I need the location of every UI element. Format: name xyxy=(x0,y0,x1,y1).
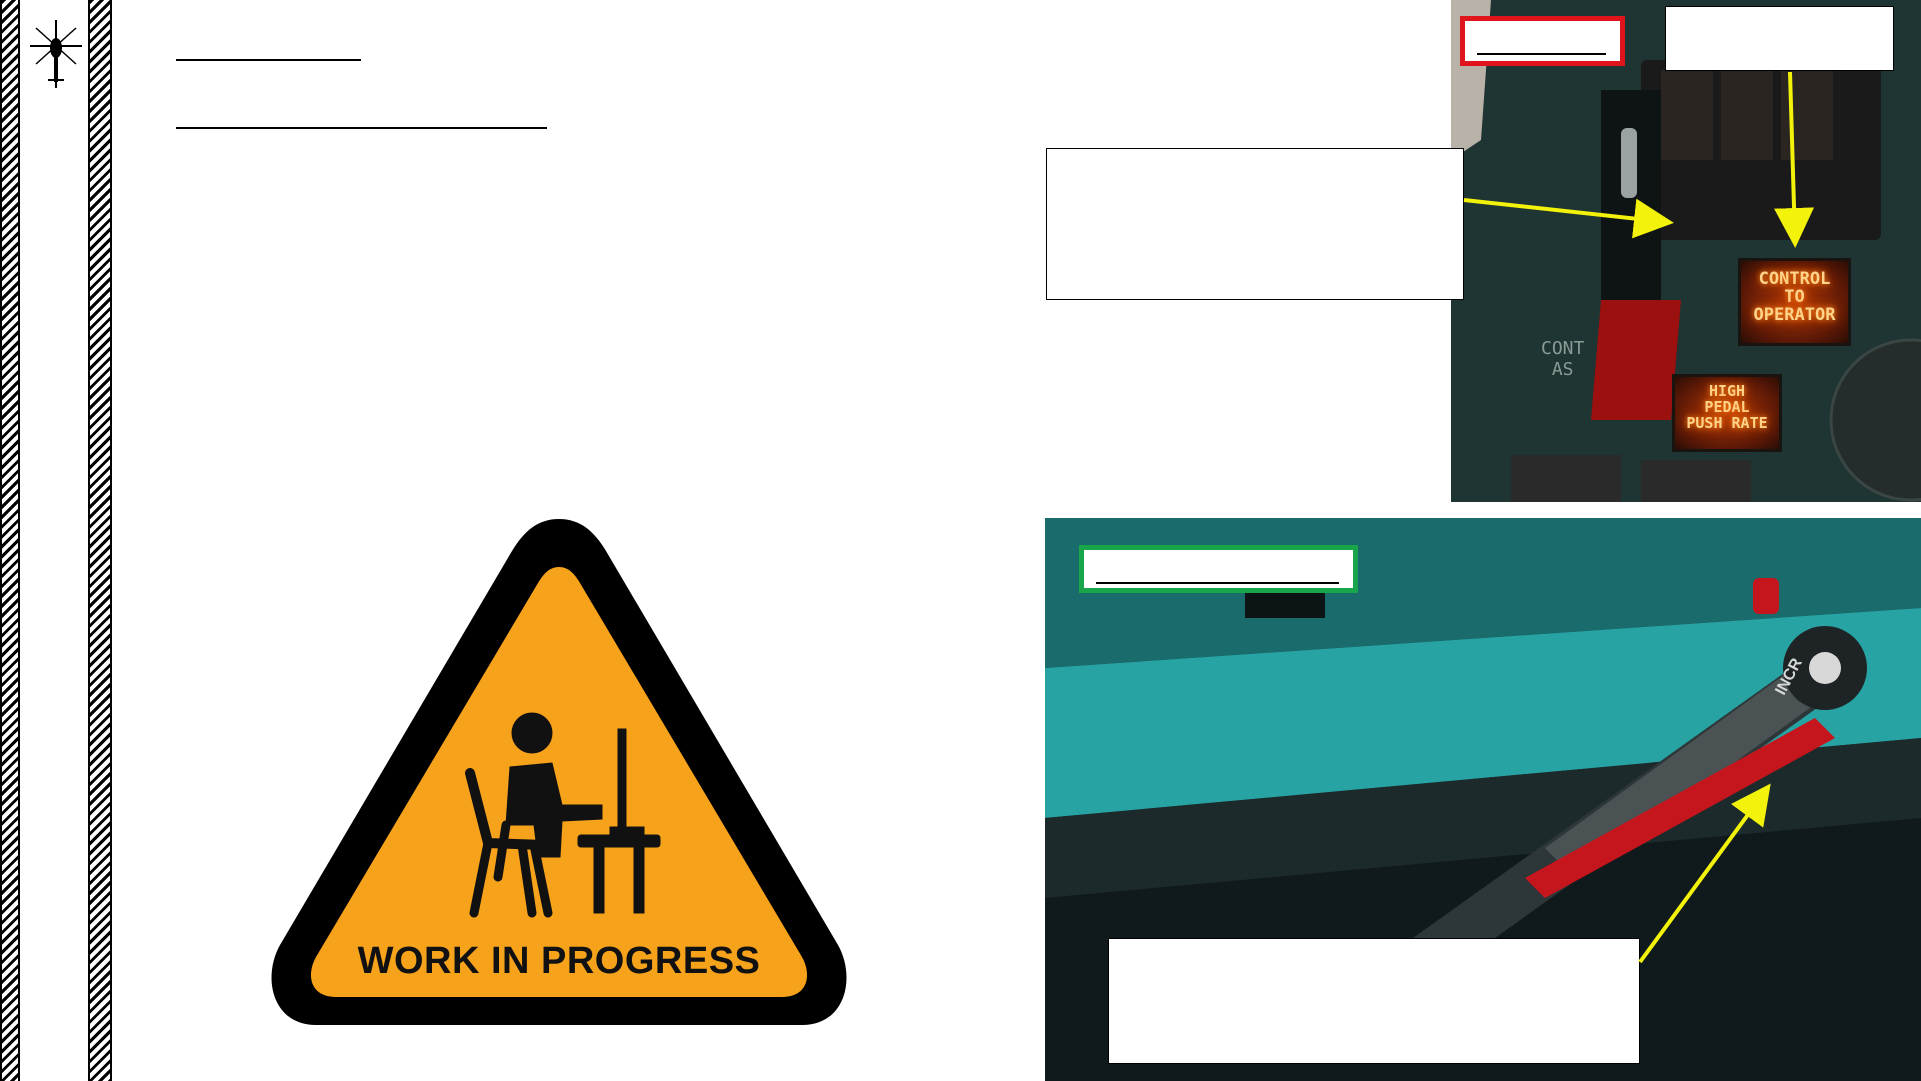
left-margin-hatch xyxy=(0,0,20,1081)
control-to-operator-lamp: CONTROL TO OPERATOR xyxy=(1738,258,1851,346)
callout-box-top-right xyxy=(1665,6,1894,71)
red-tag-label xyxy=(1460,16,1625,66)
callout-box-bottom xyxy=(1108,938,1640,1064)
green-tag-underline xyxy=(1096,582,1339,584)
sign-text: WORK IN PROGRESS xyxy=(357,940,761,982)
red-tag-underline xyxy=(1477,53,1606,55)
title-underline xyxy=(176,59,361,61)
callout-box-top-left xyxy=(1046,148,1464,300)
green-tag-label xyxy=(1079,545,1358,593)
subtitle-underline xyxy=(176,127,547,129)
helicopter-logo-icon xyxy=(30,20,82,88)
inner-margin-hatch xyxy=(88,0,112,1081)
high-pedal-push-rate-lamp: HIGH PEDAL PUSH RATE xyxy=(1672,374,1782,452)
panel-faint-label: CONT AS xyxy=(1541,338,1585,380)
